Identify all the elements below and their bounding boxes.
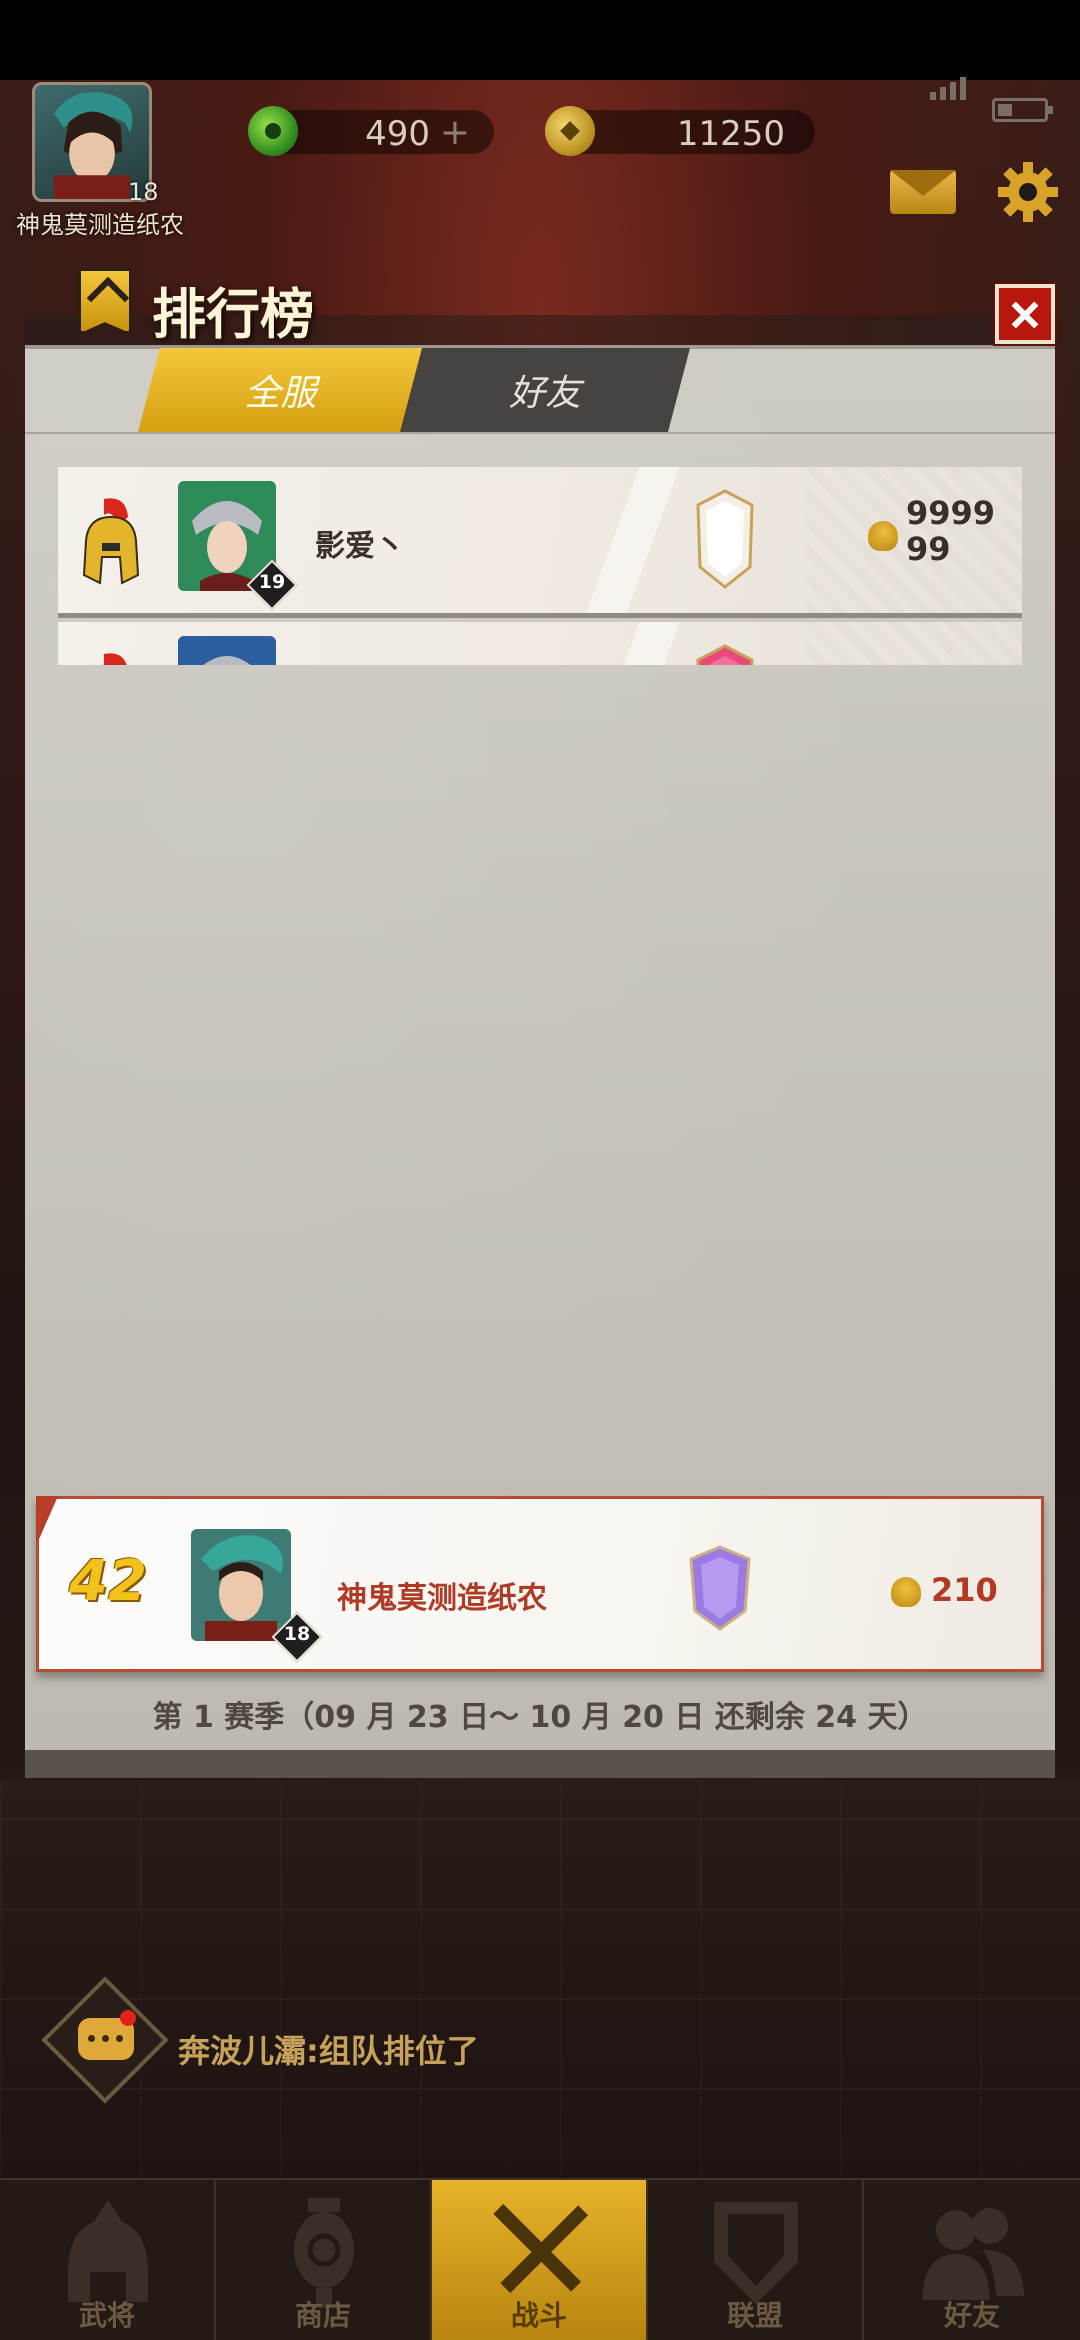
- nav-label: 联盟: [726, 2299, 783, 2332]
- hero-portrait-icon: [191, 1529, 291, 1641]
- jade-amount: 490: [365, 114, 430, 154]
- nav-item-battle[interactable]: 战斗: [432, 2180, 648, 2340]
- self-score: 210: [931, 1571, 998, 1609]
- nav-label: 武将: [78, 2299, 135, 2332]
- floor-background: [0, 1780, 1080, 2180]
- player-score: 999999: [906, 494, 996, 568]
- close-button[interactable]: [995, 284, 1055, 344]
- nav-label: 好友: [943, 2299, 1000, 2332]
- tiger-score-icon: [868, 521, 898, 551]
- season-info: 第 1 赛季（09 月 23 日～ 10 月 20 日 还剩余 24 天）: [152, 1700, 928, 1735]
- tiger-score-icon: [891, 1577, 921, 1607]
- self-row-corner: [36, 1496, 58, 1546]
- tab-friends[interactable]: 好友: [400, 348, 690, 432]
- player-level: 18: [128, 178, 159, 206]
- status-bar: [0, 0, 1080, 80]
- self-level: 18: [283, 1623, 311, 1645]
- gold-amount: 11250: [676, 114, 785, 154]
- battery-icon: [992, 98, 1053, 122]
- self-player-name: 神鬼莫测造纸农: [337, 1581, 547, 1616]
- self-rank-row[interactable]: 42 18 神鬼莫测造纸农 210: [36, 1496, 1044, 1672]
- tab-divider: [25, 432, 1055, 434]
- settings-gear-icon[interactable]: [996, 160, 1060, 224]
- chat-notification-dot: [120, 2010, 136, 2026]
- title-badge-icon: [696, 489, 754, 589]
- title-badge-icon: [689, 1545, 751, 1631]
- copper-coin-icon: [545, 106, 595, 156]
- chat-message[interactable]: 奔波儿灞:组队排位了: [178, 2026, 479, 2072]
- gold-helmet-icon: [82, 498, 140, 585]
- nav-item-generals[interactable]: 武将: [0, 2180, 216, 2340]
- player-level: 19: [258, 571, 286, 593]
- self-rank-number: 42: [69, 1549, 147, 1614]
- jade-currency[interactable]: 490 +: [248, 106, 494, 156]
- dialog-title: 排行榜: [152, 283, 314, 346]
- jade-coin-icon: [248, 106, 298, 156]
- add-jade-button[interactable]: +: [440, 112, 470, 153]
- player-name: 影爱丶: [315, 529, 405, 564]
- table-row[interactable]: 19 影爱丶 999999: [58, 467, 1022, 613]
- nav-item-alliance[interactable]: 联盟: [648, 2180, 864, 2340]
- nav-label: 战斗: [510, 2299, 567, 2332]
- row-highlight: [586, 467, 680, 613]
- player-name: 神鬼莫测造纸农: [16, 211, 184, 239]
- nav-item-friends[interactable]: 好友: [864, 2180, 1080, 2340]
- self-portrait: [191, 1529, 291, 1641]
- mail-icon[interactable]: [890, 170, 956, 214]
- nav-item-shop[interactable]: 商店: [216, 2180, 432, 2340]
- tab-all-server[interactable]: 全服: [138, 348, 423, 432]
- bottom-nav: 武将 商店 战斗 联盟 好友: [0, 2178, 1080, 2340]
- gold-currency: 11250: [545, 106, 815, 156]
- nav-label: 商店: [294, 2299, 351, 2332]
- dialog-footer-bar: [25, 1750, 1055, 1778]
